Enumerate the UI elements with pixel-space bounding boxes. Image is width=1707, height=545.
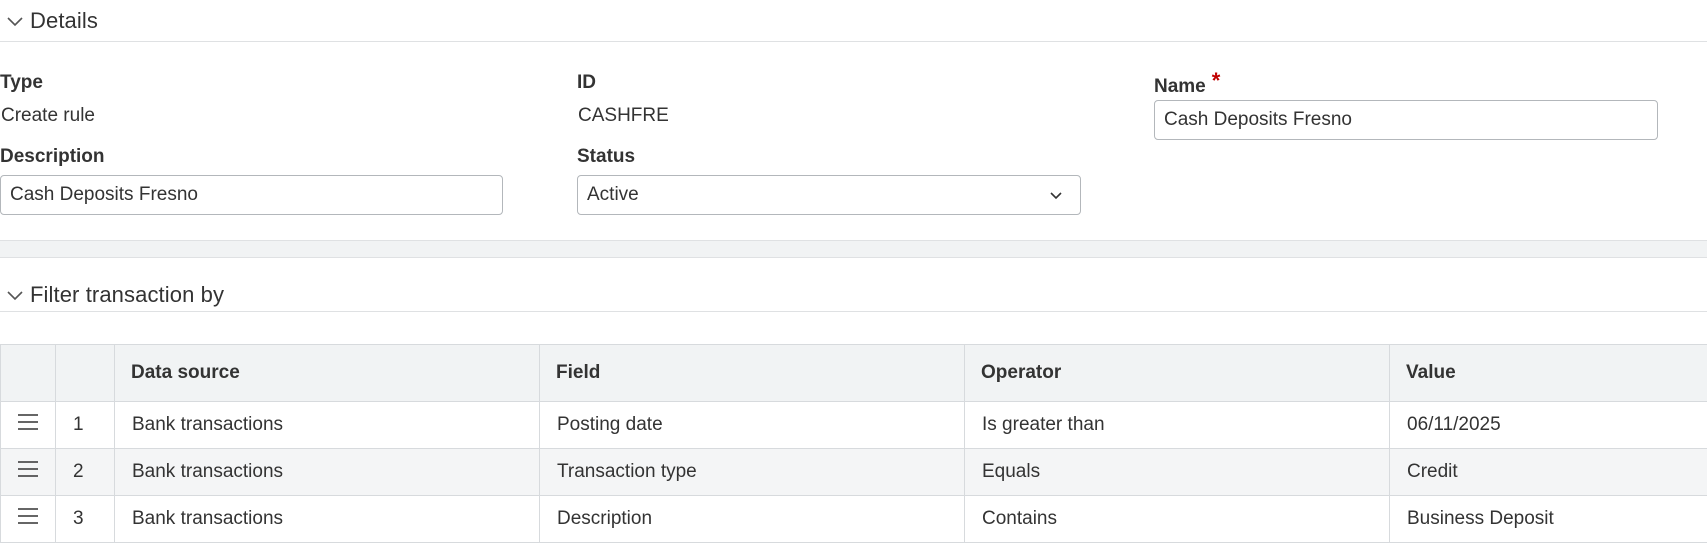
table-header-row: Data source Field Operator Value bbox=[0, 344, 1707, 402]
details-section-header[interactable]: Details bbox=[0, 0, 1707, 42]
column-header-value[interactable]: Value bbox=[1389, 344, 1707, 402]
type-label: Type bbox=[0, 72, 43, 93]
details-section-title: Details bbox=[30, 7, 98, 33]
table-row[interactable]: 2 Bank transactions Transaction type Equ… bbox=[0, 448, 1707, 496]
column-header-operator[interactable]: Operator bbox=[964, 344, 1390, 402]
drag-handle-icon[interactable] bbox=[0, 495, 56, 543]
cell-field[interactable]: Posting date bbox=[539, 401, 965, 449]
status-select-value: Active bbox=[587, 184, 639, 205]
required-indicator: * bbox=[1211, 68, 1221, 93]
description-input[interactable]: Cash Deposits Fresno bbox=[0, 175, 503, 215]
cell-value[interactable]: Credit bbox=[1389, 448, 1707, 496]
row-number: 3 bbox=[55, 495, 115, 543]
table-row[interactable]: 1 Bank transactions Posting date Is grea… bbox=[0, 401, 1707, 449]
name-label-text: Name bbox=[1154, 76, 1206, 97]
row-number: 1 bbox=[55, 401, 115, 449]
filter-section-header[interactable]: Filter transaction by bbox=[0, 278, 1707, 312]
chevron-down-icon bbox=[1047, 186, 1065, 204]
cell-data-source[interactable]: Bank transactions bbox=[114, 401, 540, 449]
filter-section-title: Filter transaction by bbox=[30, 281, 225, 307]
cell-operator[interactable]: Is greater than bbox=[964, 401, 1390, 449]
cell-data-source[interactable]: Bank transactions bbox=[114, 495, 540, 543]
section-divider bbox=[0, 240, 1707, 258]
column-header-field[interactable]: Field bbox=[539, 344, 965, 402]
cell-value[interactable]: Business Deposit bbox=[1389, 495, 1707, 543]
cell-data-source[interactable]: Bank transactions bbox=[114, 448, 540, 496]
id-value: CASHFRE bbox=[578, 105, 669, 126]
description-label: Description bbox=[0, 146, 105, 167]
status-label: Status bbox=[577, 146, 636, 167]
cell-operator[interactable]: Equals bbox=[964, 448, 1390, 496]
drag-handle-icon[interactable] bbox=[0, 401, 56, 449]
status-select[interactable]: Active bbox=[577, 175, 1081, 215]
type-value: Create rule bbox=[1, 105, 95, 126]
id-label: ID bbox=[577, 72, 596, 93]
chevron-down-icon[interactable] bbox=[0, 0, 30, 41]
column-header-handle bbox=[0, 344, 56, 402]
cell-value[interactable]: 06/11/2025 bbox=[1389, 401, 1707, 449]
cell-field[interactable]: Transaction type bbox=[539, 448, 965, 496]
column-header-data-source[interactable]: Data source bbox=[114, 344, 540, 402]
name-label: Name * bbox=[1154, 68, 1220, 98]
chevron-down-icon[interactable] bbox=[0, 278, 30, 311]
name-input[interactable]: Cash Deposits Fresno bbox=[1154, 100, 1658, 140]
cell-operator[interactable]: Contains bbox=[964, 495, 1390, 543]
row-number: 2 bbox=[55, 448, 115, 496]
filter-table: Data source Field Operator Value 1 Bank … bbox=[0, 344, 1707, 543]
cell-field[interactable]: Description bbox=[539, 495, 965, 543]
column-header-number bbox=[55, 344, 115, 402]
drag-handle-icon[interactable] bbox=[0, 448, 56, 496]
table-row[interactable]: 3 Bank transactions Description Contains… bbox=[0, 495, 1707, 543]
